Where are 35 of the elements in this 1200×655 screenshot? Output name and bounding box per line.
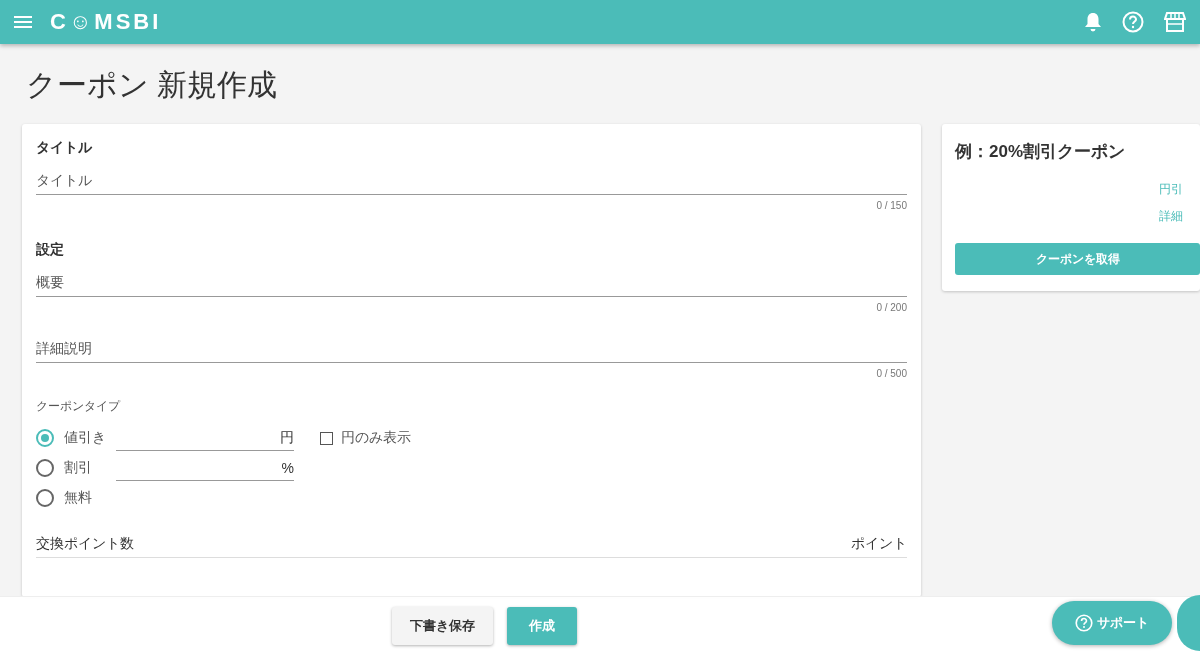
amount-field[interactable]: % xyxy=(116,455,294,481)
page-title: クーポン 新規作成 xyxy=(26,67,279,103)
radio-button[interactable] xyxy=(36,459,54,477)
bell-icon[interactable] xyxy=(1084,12,1102,32)
radio-label: 割引 xyxy=(64,459,93,477)
char-counter: 0 / 200 xyxy=(875,302,907,315)
help-icon[interactable] xyxy=(1122,11,1144,33)
char-counter: 0 / 500 xyxy=(875,368,907,381)
create-button[interactable]: 作成 xyxy=(507,607,577,645)
radio-button[interactable] xyxy=(36,429,54,447)
menu-icon[interactable] xyxy=(14,15,32,29)
coupon-title: 例：20%割引クーポン xyxy=(955,141,1127,163)
logo[interactable]: C☺MSBI xyxy=(50,9,162,35)
text-field[interactable]: 詳細説明 xyxy=(36,326,907,363)
radio-button[interactable] xyxy=(36,489,54,507)
radio-label: 無料 xyxy=(64,489,93,507)
char-counter: 0 / 150 xyxy=(875,200,907,213)
field-label: 交換ポイント数 xyxy=(36,535,134,553)
store-icon[interactable] xyxy=(1164,12,1186,32)
coupon-text: 詳細 xyxy=(1159,208,1184,225)
get-coupon-button[interactable]: クーポンを取得 xyxy=(955,243,1200,275)
radio-label: 値引き xyxy=(64,429,107,447)
checkbox-label: 円のみ表示 xyxy=(341,429,411,447)
amount-field[interactable]: 円 xyxy=(116,425,294,451)
section-heading: タイトル xyxy=(36,138,93,157)
support-button[interactable]: サポート xyxy=(1052,601,1172,645)
save-draft-button[interactable]: 下書き保存 xyxy=(392,607,493,645)
field-label: クーポンタイプ xyxy=(36,398,122,415)
text-field[interactable]: 概要 xyxy=(36,260,907,297)
checkbox[interactable] xyxy=(320,431,333,445)
coupon-text: 円引 xyxy=(1159,181,1184,198)
help-icon xyxy=(1075,614,1093,632)
unit-label: ポイント xyxy=(851,535,907,553)
text-field[interactable]: タイトル xyxy=(36,158,907,195)
section-heading: 設定 xyxy=(36,240,65,259)
